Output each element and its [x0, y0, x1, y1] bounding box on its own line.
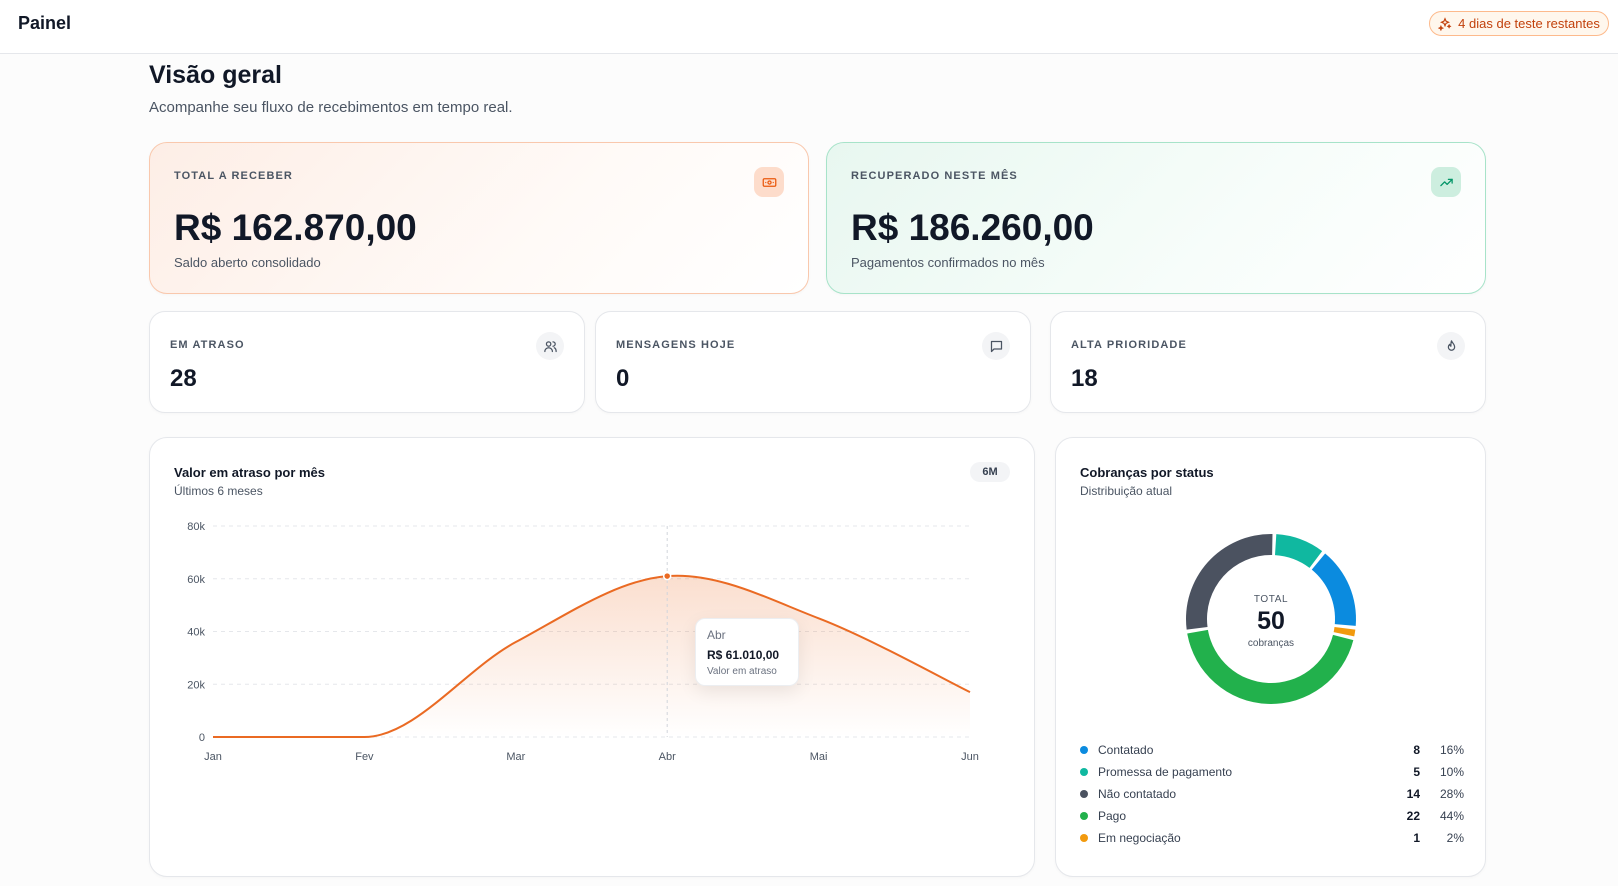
- sparkles-icon: [1438, 16, 1452, 31]
- legend-count: 5: [1413, 765, 1420, 779]
- y-tick-label: 40k: [187, 627, 205, 639]
- x-tick-label: Abr: [659, 751, 676, 763]
- panel-title: Cobranças por status: [1080, 465, 1214, 480]
- kpi-caption: Saldo aberto consolidado: [174, 255, 321, 270]
- y-tick-label: 60k: [187, 574, 205, 586]
- x-tick-label: Mai: [810, 751, 828, 763]
- legend-name: Não contatado: [1098, 787, 1177, 801]
- legend-pct: 44%: [1439, 809, 1464, 823]
- donut-center-label: TOTAL: [1253, 594, 1289, 605]
- legend-name: Promessa de pagamento: [1098, 765, 1233, 779]
- legend-pct: 2%: [1446, 831, 1464, 845]
- page-title: Visão geral: [149, 61, 282, 89]
- trial-badge[interactable]: 4 dias de teste restantes: [1429, 11, 1609, 36]
- donut-center: TOTAL 50 cobranças: [1206, 594, 1336, 649]
- x-tick-label: Fev: [355, 751, 374, 763]
- y-tick-label: 0: [199, 732, 205, 744]
- top-bar: Painel 4 dias de teste restantes: [0, 0, 1618, 54]
- chart-tooltip: Abr R$ 61.010,00 Valor em atraso: [695, 618, 799, 686]
- page-subtitle: Acompanhe seu fluxo de recebimentos em t…: [149, 99, 513, 116]
- kpi-value: 18: [1071, 365, 1098, 392]
- tooltip-label: Valor em atraso: [707, 666, 777, 677]
- donut-slice[interactable]: [1333, 627, 1356, 637]
- x-tick-label: Mar: [506, 751, 525, 763]
- app-title: Painel: [18, 13, 72, 33]
- legend-item[interactable]: Pago 22 44%: [1080, 805, 1464, 827]
- legend-dot: [1080, 812, 1088, 820]
- users-icon: [536, 332, 564, 360]
- flame-icon: [1437, 332, 1465, 360]
- kpi-value: 28: [170, 365, 197, 392]
- range-selector[interactable]: 6M: [970, 462, 1010, 482]
- legend-count: 8: [1413, 743, 1420, 757]
- kpi-label: EM ATRASO: [170, 339, 245, 351]
- legend-name: Contatado: [1098, 743, 1154, 757]
- kpi-value: R$ 162.870,00: [174, 207, 417, 248]
- kpi-em-atraso: EM ATRASO 28: [149, 311, 585, 413]
- legend-count: 1: [1413, 831, 1420, 845]
- panel-subtitle: Últimos 6 meses: [174, 484, 263, 498]
- kpi-label: ALTA PRIORIDADE: [1071, 339, 1187, 351]
- donut-center-sub: cobranças: [1247, 638, 1295, 649]
- donut-center-value: 50: [1257, 607, 1285, 635]
- kpi-label: RECUPERADO NESTE MÊS: [851, 170, 1018, 182]
- kpi-caption: Pagamentos confirmados no mês: [851, 255, 1045, 270]
- status-legend: Contatado 8 16% Promessa de pagamento 5 …: [1080, 739, 1464, 849]
- kpi-value: R$ 186.260,00: [851, 207, 1094, 248]
- kpi-alta-prioridade: ALTA PRIORIDADE 18: [1050, 311, 1486, 413]
- x-tick-label: Jan: [204, 751, 222, 763]
- legend-pct: 10%: [1439, 765, 1464, 779]
- legend-dot: [1080, 768, 1088, 776]
- legend-dot: [1080, 834, 1088, 842]
- legend-name: Pago: [1098, 809, 1127, 823]
- legend-name: Em negociação: [1098, 831, 1181, 845]
- trial-label: 4 dias de teste restantes: [1458, 16, 1600, 31]
- status-donut-chart: [1186, 534, 1356, 704]
- y-tick-label: 80k: [187, 521, 205, 533]
- money-icon: [754, 167, 784, 197]
- legend-item[interactable]: Contatado 8 16%: [1080, 739, 1464, 761]
- legend-pct: 28%: [1439, 787, 1464, 801]
- legend-dot: [1080, 790, 1088, 798]
- legend-item[interactable]: Não contatado 14 28%: [1080, 783, 1464, 805]
- kpi-label: MENSAGENS HOJE: [616, 339, 736, 351]
- highlight-point[interactable]: [662, 571, 672, 581]
- tooltip-month: Abr: [707, 628, 726, 642]
- legend-pct: 16%: [1439, 743, 1464, 757]
- legend-count: 14: [1406, 787, 1420, 801]
- message-icon: [982, 332, 1010, 360]
- legend-item[interactable]: Promessa de pagamento 5 10%: [1080, 761, 1464, 783]
- kpi-value: 0: [616, 365, 630, 392]
- donut-slice[interactable]: [1274, 534, 1323, 568]
- kpi-mensagens-hoje: MENSAGENS HOJE 0: [595, 311, 1031, 413]
- kpi-label: TOTAL A RECEBER: [174, 170, 293, 182]
- kpi-total-receber: TOTAL A RECEBER R$ 162.870,00 Saldo aber…: [149, 142, 809, 294]
- tooltip-value: R$ 61.010,00: [707, 648, 780, 662]
- overdue-by-month-panel: 0 20k 40k 60k 80k Jan Fev Mar Abr Mai Jun Valor em…: [149, 437, 1035, 877]
- charges-by-status-panel: Cobranças por status Distribuição atual …: [1055, 437, 1486, 877]
- kpi-recuperado-mes: RECUPERADO NESTE MÊS R$ 186.260,00 Pagam…: [826, 142, 1486, 294]
- legend-count: 22: [1406, 809, 1420, 823]
- overdue-line-chart: 0 20k 40k 60k 80k Jan Fev Mar Abr Mai Jun: [187, 521, 979, 763]
- y-tick-label: 20k: [187, 679, 205, 691]
- legend-item[interactable]: Em negociação 1 2%: [1080, 827, 1464, 849]
- x-tick-label: Jun: [961, 751, 979, 763]
- panel-title: Valor em atraso por mês: [174, 465, 326, 480]
- legend-dot: [1080, 746, 1088, 754]
- trending-up-icon: [1431, 167, 1461, 197]
- panel-subtitle: Distribuição atual: [1080, 484, 1173, 498]
